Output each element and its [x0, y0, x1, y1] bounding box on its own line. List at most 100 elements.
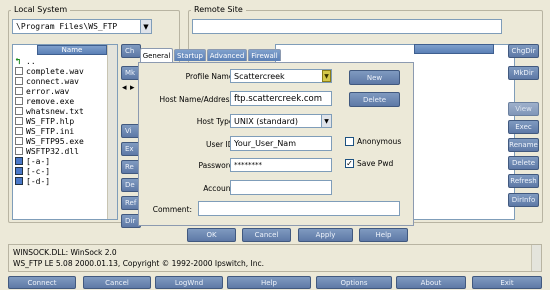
local-file-row[interactable]: whatsnew.txt [13, 106, 109, 116]
bottom-button-options[interactable]: Options [316, 276, 392, 289]
name-column-header[interactable]: Name [37, 45, 107, 55]
local-file-name: WSFTP32.dll [26, 146, 79, 156]
log-scrollbar[interactable] [531, 245, 541, 271]
profile-name-label: Profile Name: [185, 72, 236, 81]
file-icon [15, 67, 23, 75]
remote-side-button-exec[interactable]: Exec [508, 120, 539, 134]
local-file-row[interactable]: connect.wav [13, 76, 109, 86]
remote-side-button-chgdir[interactable]: ChgDir [508, 44, 539, 58]
local-file-row[interactable]: WS_FTP95.exe [13, 136, 109, 146]
local-file-name: connect.wav [26, 76, 79, 86]
local-file-row[interactable]: [-a-] [13, 156, 109, 166]
up-arrow-icon: ↰ [15, 57, 21, 67]
user-id-input[interactable]: Your_User_Nam [230, 136, 332, 151]
bottom-button-cancel[interactable]: Cancel [83, 276, 151, 289]
tab-startup[interactable]: Startup [174, 49, 206, 61]
tab-advanced[interactable]: Advanced [207, 49, 247, 61]
comment-label: Comment: [152, 205, 192, 214]
local-file-name: WS_FTP.hlp [26, 116, 75, 126]
bottom-button-help[interactable]: Help [227, 276, 311, 289]
user-id-value: Your_User_Nam [234, 139, 296, 148]
local-file-list[interactable]: Name ↰.. complete.wav connect.wav error.wav… [12, 44, 118, 220]
remote-side-button-refresh[interactable]: Refresh [508, 174, 539, 188]
local-list-scrollbar[interactable] [107, 45, 117, 219]
apply-button[interactable]: Apply [298, 228, 353, 242]
local-file-row[interactable]: WSFTP32.dll [13, 146, 109, 156]
password-input[interactable]: ******** [230, 158, 332, 172]
remote-column-header[interactable] [414, 44, 494, 54]
tab-firewall[interactable]: Firewall [248, 49, 281, 61]
file-icon [15, 117, 23, 125]
log-area[interactable]: WINSOCK.DLL: WinSock 2.0 WS_FTP LE 5.08 … [8, 244, 542, 272]
local-file-row[interactable]: error.wav [13, 86, 109, 96]
local-file-name: whatsnew.txt [26, 106, 84, 116]
local-file-row[interactable]: [-d-] [13, 176, 109, 186]
host-name-input[interactable]: ftp.scattercreek.com [230, 91, 332, 106]
remote-side-button-view[interactable]: View [508, 102, 539, 116]
host-type-value: UNIX (standard) [234, 116, 298, 126]
local-file-row[interactable]: remove.exe [13, 96, 109, 106]
local-file-row[interactable]: [-c-] [13, 166, 109, 176]
file-icon [15, 107, 23, 115]
comment-input[interactable] [198, 201, 400, 216]
ok-button[interactable]: OK [187, 228, 236, 242]
help-button[interactable]: Help [359, 228, 408, 242]
bottom-button-about[interactable]: About [396, 276, 466, 289]
transfer-right-arrow-icon[interactable]: ▸ [130, 83, 135, 93]
remote-side-button-delete[interactable]: Delete [508, 156, 539, 170]
host-type-select[interactable]: UNIX (standard) [230, 114, 332, 128]
file-icon [15, 87, 23, 95]
new-button[interactable]: New [349, 70, 400, 85]
bottom-button-exit[interactable]: Exit [472, 276, 542, 289]
remote-site-title: Remote Site [191, 5, 246, 14]
save-pwd-check-box[interactable]: ✓ [345, 159, 354, 168]
log-line-2: WS_FTP LE 5.08 2000.01.13, Copyright © 1… [13, 259, 265, 268]
drive-icon [15, 167, 23, 175]
host-name-value: ftp.scattercreek.com [234, 93, 323, 104]
profile-name-combo[interactable]: Scattercreek [230, 69, 332, 83]
cancel-button[interactable]: Cancel [242, 228, 291, 242]
local-system-title: Local System [11, 5, 71, 14]
drive-icon [15, 177, 23, 185]
local-file-row[interactable]: complete.wav [13, 66, 109, 76]
local-file-row[interactable]: ↰.. [13, 56, 109, 68]
anonymous-check-box[interactable] [345, 137, 354, 146]
remote-path-select[interactable] [192, 19, 502, 34]
file-icon [15, 147, 23, 155]
file-icon [15, 77, 23, 85]
transfer-left-arrow-icon[interactable]: ◂ [122, 83, 127, 93]
local-path-select[interactable]: \Program Files\WS_FTP [12, 19, 152, 34]
local-file-row[interactable]: WS_FTP.ini [13, 126, 109, 136]
remote-side-button-mkdir[interactable]: MkDir [508, 66, 539, 80]
file-icon [15, 127, 23, 135]
remote-side-button-rename[interactable]: Rename [508, 138, 539, 152]
save-pwd-checkbox[interactable]: ✓ Save Pwd [345, 159, 393, 168]
local-file-name: [-a-] [26, 156, 51, 166]
remote-side-button-dirinfo[interactable]: DirInfo [508, 193, 539, 207]
local-file-name: .. [26, 56, 36, 66]
profile-dropdown-icon[interactable]: ▼ [322, 70, 331, 82]
bottom-button-logwnd[interactable]: LogWnd [155, 276, 223, 289]
side-arrow-button[interactable] [121, 93, 139, 102]
save-pwd-label: Save Pwd [357, 159, 394, 168]
delete-button[interactable]: Delete [349, 92, 400, 107]
anonymous-checkbox[interactable]: Anonymous [345, 137, 401, 146]
anonymous-label: Anonymous [357, 137, 402, 146]
local-file-row[interactable]: WS_FTP.hlp [13, 116, 109, 126]
chevron-down-icon[interactable]: ▼ [140, 20, 151, 33]
bottom-button-connect[interactable]: Connect [8, 276, 76, 289]
local-file-name: error.wav [26, 86, 70, 96]
local-path-value: \Program Files\WS_FTP [16, 22, 118, 31]
local-file-name: remove.exe [26, 96, 75, 106]
name-column-label: Name [61, 46, 83, 54]
host-type-dropdown-icon[interactable]: ▼ [321, 115, 331, 127]
local-file-rows: ↰.. complete.wav connect.wav error.wav remov… [13, 56, 109, 186]
local-file-name: complete.wav [26, 66, 84, 76]
drive-icon [15, 157, 23, 165]
account-input[interactable] [230, 180, 332, 195]
password-value: ******** [234, 161, 262, 169]
local-file-name: WS_FTP.ini [26, 126, 75, 136]
tab-general[interactable]: General [140, 48, 173, 62]
log-line-1: WINSOCK.DLL: WinSock 2.0 [13, 248, 117, 257]
profile-name-value: Scattercreek [234, 71, 285, 81]
